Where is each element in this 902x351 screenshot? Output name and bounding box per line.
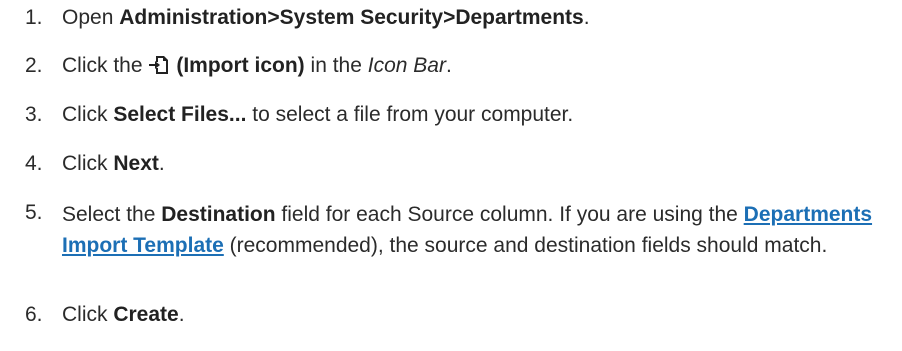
step-number: 2.	[25, 54, 43, 77]
step-text-plain: .	[178, 303, 185, 326]
step-text-plain: Click the	[62, 54, 149, 77]
step-text-plain: (recommended), the source and destinatio…	[223, 234, 828, 257]
step-text-plain: in the	[304, 54, 368, 77]
menu-path: Administration>System Security>Departmen…	[119, 6, 584, 29]
destination-term: Destination	[161, 203, 276, 226]
step-text-plain: .	[158, 152, 165, 175]
step-text-plain: .	[445, 54, 452, 77]
create-term: Create	[113, 303, 179, 326]
step-number: 6.	[25, 303, 43, 326]
import-icon	[148, 54, 170, 83]
step-text-plain: Click	[62, 103, 114, 126]
step-text-plain: to select a file from your computer.	[246, 103, 574, 126]
select-files-term: Select Files...	[113, 103, 247, 126]
step-text-plain: Open	[62, 6, 120, 29]
step-text: Select the Destination field for each So…	[62, 199, 898, 261]
step-text: Open Administration>System Security>Depa…	[62, 4, 898, 31]
step-text: Click Select Files... to select a file f…	[62, 101, 898, 128]
step-text-plain: field for each Source column. If you are…	[275, 203, 744, 226]
step-text-plain: Click	[62, 303, 114, 326]
next-term: Next	[113, 152, 159, 175]
step-number: 5.	[25, 201, 43, 224]
step-text-plain: Click	[62, 152, 114, 175]
step-number: 3.	[25, 103, 43, 126]
step-text: Click Create.	[62, 301, 898, 328]
import-icon-label: (Import icon)	[176, 54, 305, 77]
step-text-plain: Select the	[62, 203, 162, 226]
step-text: Click the (Import icon) in the Icon Bar.	[62, 52, 898, 83]
step-number: 1.	[25, 6, 43, 29]
step-text-plain: .	[583, 6, 590, 29]
step-number: 4.	[25, 152, 43, 175]
icon-bar-term: Icon Bar	[367, 54, 446, 77]
step-text: Click Next.	[62, 150, 898, 177]
